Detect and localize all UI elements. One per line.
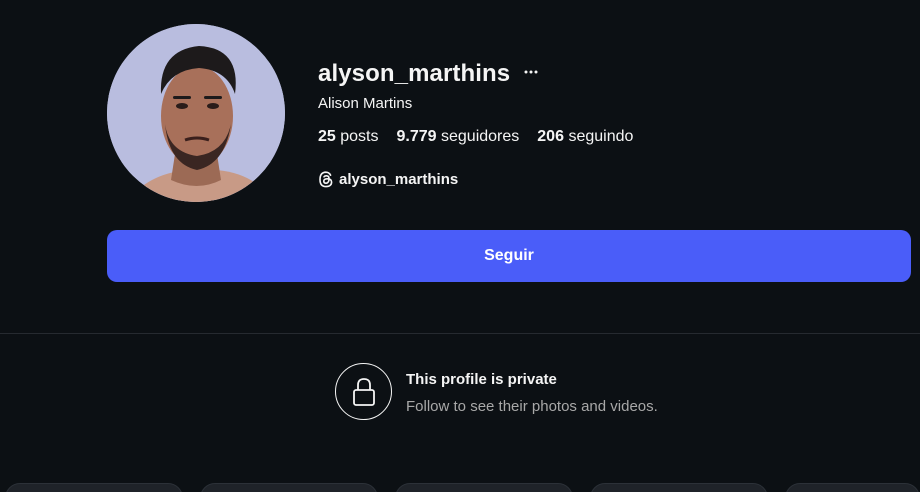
suggestion-card[interactable] — [395, 483, 573, 492]
suggestion-card[interactable] — [785, 483, 920, 492]
threads-handle: alyson_marthins — [339, 171, 459, 188]
avatar[interactable] — [107, 24, 285, 202]
suggestion-card[interactable] — [200, 483, 378, 492]
avatar-image — [107, 24, 285, 202]
follow-button[interactable]: Seguir — [107, 230, 911, 282]
username-row: alyson_marthins — [318, 58, 651, 90]
more-options-button[interactable] — [524, 62, 538, 82]
followers-count: 9.779 — [396, 128, 437, 145]
followers-stat[interactable]: 9.779 seguidores — [397, 128, 520, 146]
suggestion-card[interactable] — [5, 483, 183, 492]
username: alyson_marthins — [318, 60, 511, 87]
section-divider — [0, 333, 920, 334]
private-text: This profile is private Follow to see th… — [406, 371, 658, 420]
posts-label: posts — [340, 128, 379, 145]
following-label: seguindo — [568, 128, 634, 145]
threads-link[interactable]: alyson_marthins — [318, 171, 651, 188]
private-subtitle: Follow to see their photos and videos. — [406, 398, 658, 415]
profile-stats: 25 posts 9.779 seguidores 206 seguindo — [318, 128, 651, 146]
following-count: 206 — [537, 128, 564, 145]
threads-icon — [319, 171, 333, 188]
suggestion-card[interactable] — [590, 483, 768, 492]
full-name: Alison Martins — [318, 95, 413, 112]
following-stat[interactable]: 206 seguindo — [537, 128, 633, 146]
profile-page: alyson_marthins Alison Martins 25 posts … — [0, 0, 920, 492]
posts-count: 25 — [318, 128, 336, 145]
lock-icon — [352, 377, 375, 406]
lock-icon-circle — [335, 363, 392, 420]
profile-info: alyson_marthins Alison Martins 25 posts … — [318, 58, 651, 188]
private-title: This profile is private — [406, 371, 557, 388]
more-horizontal-icon — [524, 70, 538, 74]
followers-label: seguidores — [441, 128, 520, 145]
posts-stat[interactable]: 25 posts — [318, 128, 379, 146]
private-profile-notice: This profile is private Follow to see th… — [335, 363, 658, 420]
